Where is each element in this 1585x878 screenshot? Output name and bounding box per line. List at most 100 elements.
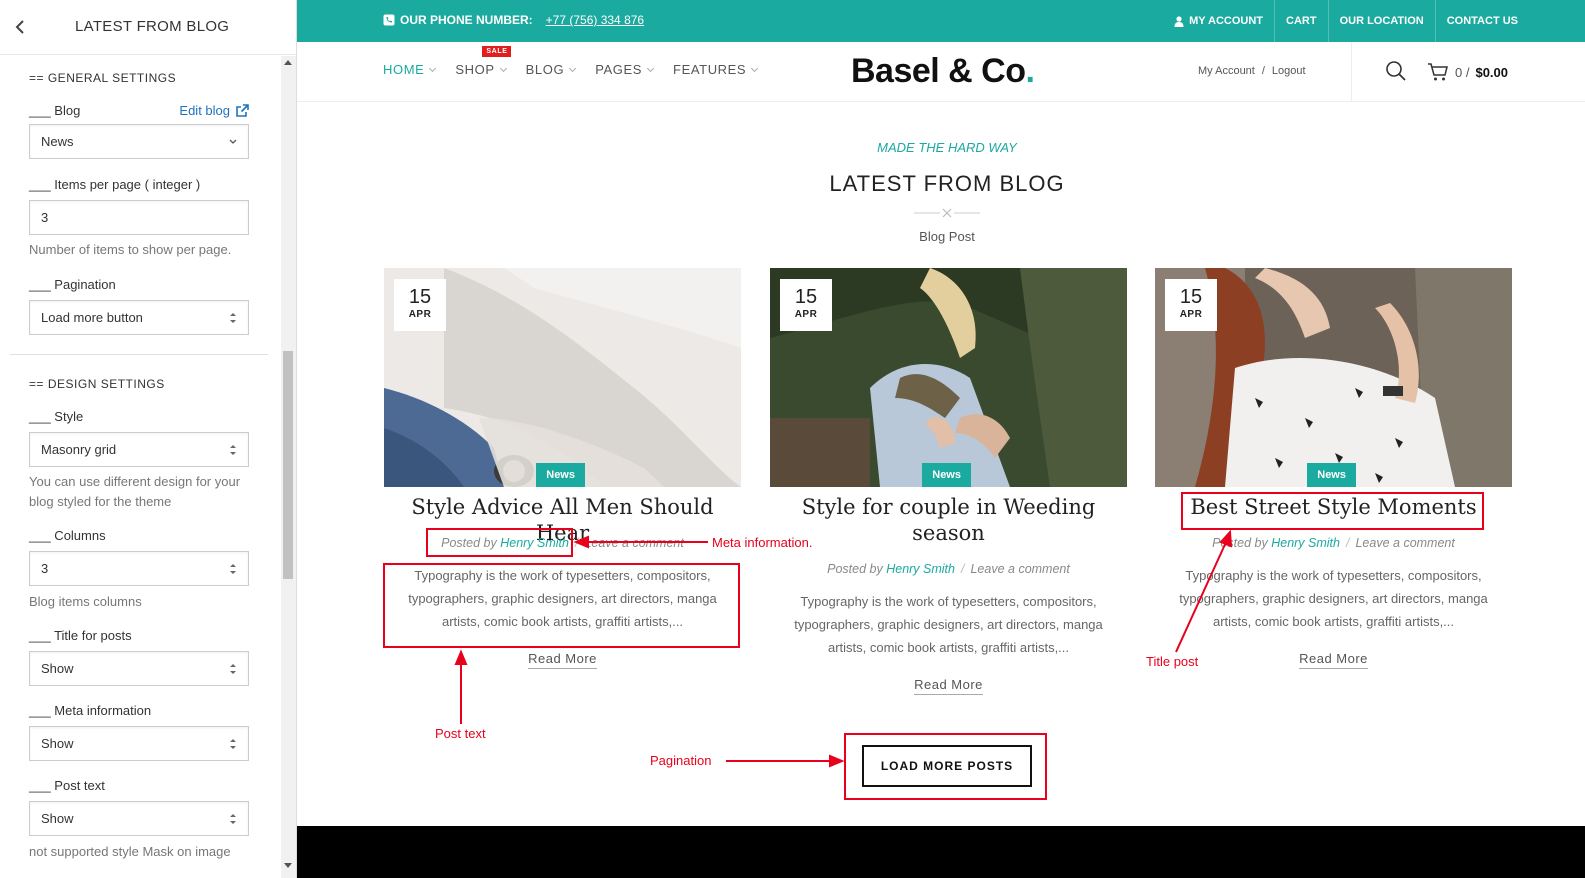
annotation-label-meta: Meta information. xyxy=(712,535,813,550)
account-separator: / xyxy=(1261,65,1265,77)
top-bar: OUR PHONE NUMBER: +77 (756) 334 876 MY A… xyxy=(297,0,1585,42)
cart-link[interactable]: CART xyxy=(1274,0,1328,42)
back-arrow-icon[interactable] xyxy=(10,16,32,38)
posted-by-label: Posted by xyxy=(1212,536,1268,550)
top-links: MY ACCOUNT CART OUR LOCATION CONTACT US xyxy=(1163,0,1529,42)
nav-home[interactable]: HOME xyxy=(383,62,437,77)
title-for-posts-select[interactable]: Show xyxy=(29,651,249,686)
chevron-down-icon xyxy=(499,64,507,72)
category-badge[interactable]: News xyxy=(536,463,585,487)
meta-information-select[interactable]: Show xyxy=(29,726,249,761)
chevron-down-icon xyxy=(569,64,577,72)
nav-home-label[interactable]: HOME xyxy=(383,62,424,77)
post-image[interactable]: 15 APR News xyxy=(1155,268,1512,487)
logout-link[interactable]: Logout xyxy=(1272,65,1306,77)
items-per-page-note: Number of items to show per page. xyxy=(29,242,232,257)
sale-badge: SALE xyxy=(482,46,512,57)
site-footer xyxy=(297,826,1585,878)
nav-shop-label[interactable]: SHOP xyxy=(455,62,494,77)
nav-blog-label[interactable]: BLOG xyxy=(526,62,565,77)
meta-information-label: ___ Meta information xyxy=(29,703,152,718)
title-for-posts-value: Show xyxy=(41,661,74,676)
post-text-select[interactable]: Show xyxy=(29,801,249,836)
our-location-label[interactable]: OUR LOCATION xyxy=(1340,15,1424,27)
site-logo[interactable]: Basel & Co. xyxy=(851,52,1035,91)
columns-note: Blog items columns xyxy=(29,594,142,609)
chevron-down-icon xyxy=(429,64,437,72)
my-account-header-link[interactable]: My Account xyxy=(1198,65,1255,77)
category-badge[interactable]: News xyxy=(1307,463,1356,487)
columns-select[interactable]: 3 xyxy=(29,551,249,586)
read-more-link[interactable]: Read More xyxy=(770,677,1127,695)
customizer-screen: LATEST FROM BLOG == GENERAL SETTINGS ___… xyxy=(0,0,1585,878)
panel-body: == GENERAL SETTINGS ___ Blog Edit blog N… xyxy=(0,56,280,878)
edit-blog-link[interactable]: Edit blog xyxy=(179,103,249,118)
post-date: 15 APR xyxy=(394,279,446,331)
nav-features[interactable]: FEATURES xyxy=(673,62,759,77)
columns-select-value: 3 xyxy=(41,561,49,576)
nav-pages-label[interactable]: PAGES xyxy=(595,62,642,77)
post-date: 15 APR xyxy=(1165,279,1217,331)
section-subtitle: Blog Post xyxy=(919,229,975,244)
post-date-day: 15 xyxy=(1179,286,1203,308)
chevron-down-icon xyxy=(646,64,655,72)
search-icon[interactable] xyxy=(1385,60,1407,82)
annotation-label-post-text: Post text xyxy=(435,726,486,741)
cart-total[interactable]: $0.00 xyxy=(1475,65,1508,80)
nav-blog[interactable]: BLOG xyxy=(526,62,577,77)
cart-count[interactable]: 0 / xyxy=(1455,65,1469,80)
nav-pages[interactable]: PAGES xyxy=(595,62,655,77)
style-select[interactable]: Masonry grid xyxy=(29,432,249,467)
style-note: You can use different design for your bl… xyxy=(29,474,241,509)
edit-blog-text[interactable]: Edit blog xyxy=(179,103,230,118)
items-per-page-value: 3 xyxy=(41,210,49,225)
scrollbar-thumb[interactable] xyxy=(283,351,293,579)
nav-shop[interactable]: SALE SHOP xyxy=(455,46,512,77)
nav-features-label[interactable]: FEATURES xyxy=(673,62,746,77)
leave-comment-link[interactable]: Leave a comment xyxy=(584,536,683,550)
post-date: 15 APR xyxy=(780,279,832,331)
category-badge[interactable]: News xyxy=(922,463,971,487)
read-more-link[interactable]: Read More xyxy=(384,651,741,669)
leave-comment-link[interactable]: Leave a comment xyxy=(1355,536,1454,550)
our-location-link[interactable]: OUR LOCATION xyxy=(1327,0,1435,42)
external-link-icon[interactable] xyxy=(236,104,249,117)
title-divider-icon xyxy=(914,208,980,218)
read-more-text[interactable]: Read More xyxy=(528,651,597,669)
read-more-text[interactable]: Read More xyxy=(914,677,983,695)
items-per-page-input[interactable]: 3 xyxy=(29,200,249,235)
header-cart[interactable]: 0 / $0.00 xyxy=(1427,62,1508,82)
annotation-label-pagination: Pagination xyxy=(650,753,712,768)
cart-icon[interactable] xyxy=(1427,62,1449,82)
blog-select[interactable]: News xyxy=(29,124,249,159)
contact-us-link[interactable]: CONTACT US xyxy=(1434,0,1529,42)
post-text-label: ___ Post text xyxy=(29,778,105,793)
panel-scrollbar[interactable] xyxy=(281,56,296,878)
annotation-box-post-text xyxy=(383,563,740,648)
post-image[interactable]: 15 APR News xyxy=(384,268,741,487)
phone-number-link[interactable]: +77 (756) 334 876 xyxy=(546,13,644,27)
post-excerpt: Typography is the work of typesetters, c… xyxy=(794,594,1103,655)
leave-comment-link[interactable]: Leave a comment xyxy=(970,562,1069,576)
scroll-down-arrow-icon[interactable] xyxy=(284,863,292,868)
scroll-up-arrow-icon[interactable] xyxy=(284,60,292,65)
cart-label[interactable]: CART xyxy=(1286,15,1317,27)
post-meta: Posted by Henry Smith / Leave a comment xyxy=(1155,536,1512,550)
post-title[interactable]: Style for couple in Weeding season xyxy=(770,494,1127,546)
user-icon xyxy=(1174,15,1184,27)
contact-us-label[interactable]: CONTACT US xyxy=(1447,15,1518,27)
my-account-label[interactable]: MY ACCOUNT xyxy=(1189,15,1263,27)
post-author-link[interactable]: Henry Smith xyxy=(1271,536,1340,550)
pagination-select[interactable]: Load more button xyxy=(29,300,249,335)
meta-information-value: Show xyxy=(41,736,74,751)
post-author-link[interactable]: Henry Smith xyxy=(886,562,955,576)
read-more-text[interactable]: Read More xyxy=(1299,651,1368,669)
logo-text[interactable]: Basel & Co xyxy=(851,52,1026,90)
pagination-select-value: Load more button xyxy=(41,310,143,325)
meta-separator: / xyxy=(1346,536,1350,550)
post-image[interactable]: 15 APR News xyxy=(770,268,1127,487)
read-more-link[interactable]: Read More xyxy=(1155,651,1512,669)
post-meta: Posted by Henry Smith / Leave a comment xyxy=(770,562,1127,576)
my-account-link[interactable]: MY ACCOUNT xyxy=(1163,0,1274,42)
customizer-panel: LATEST FROM BLOG == GENERAL SETTINGS ___… xyxy=(0,0,297,878)
